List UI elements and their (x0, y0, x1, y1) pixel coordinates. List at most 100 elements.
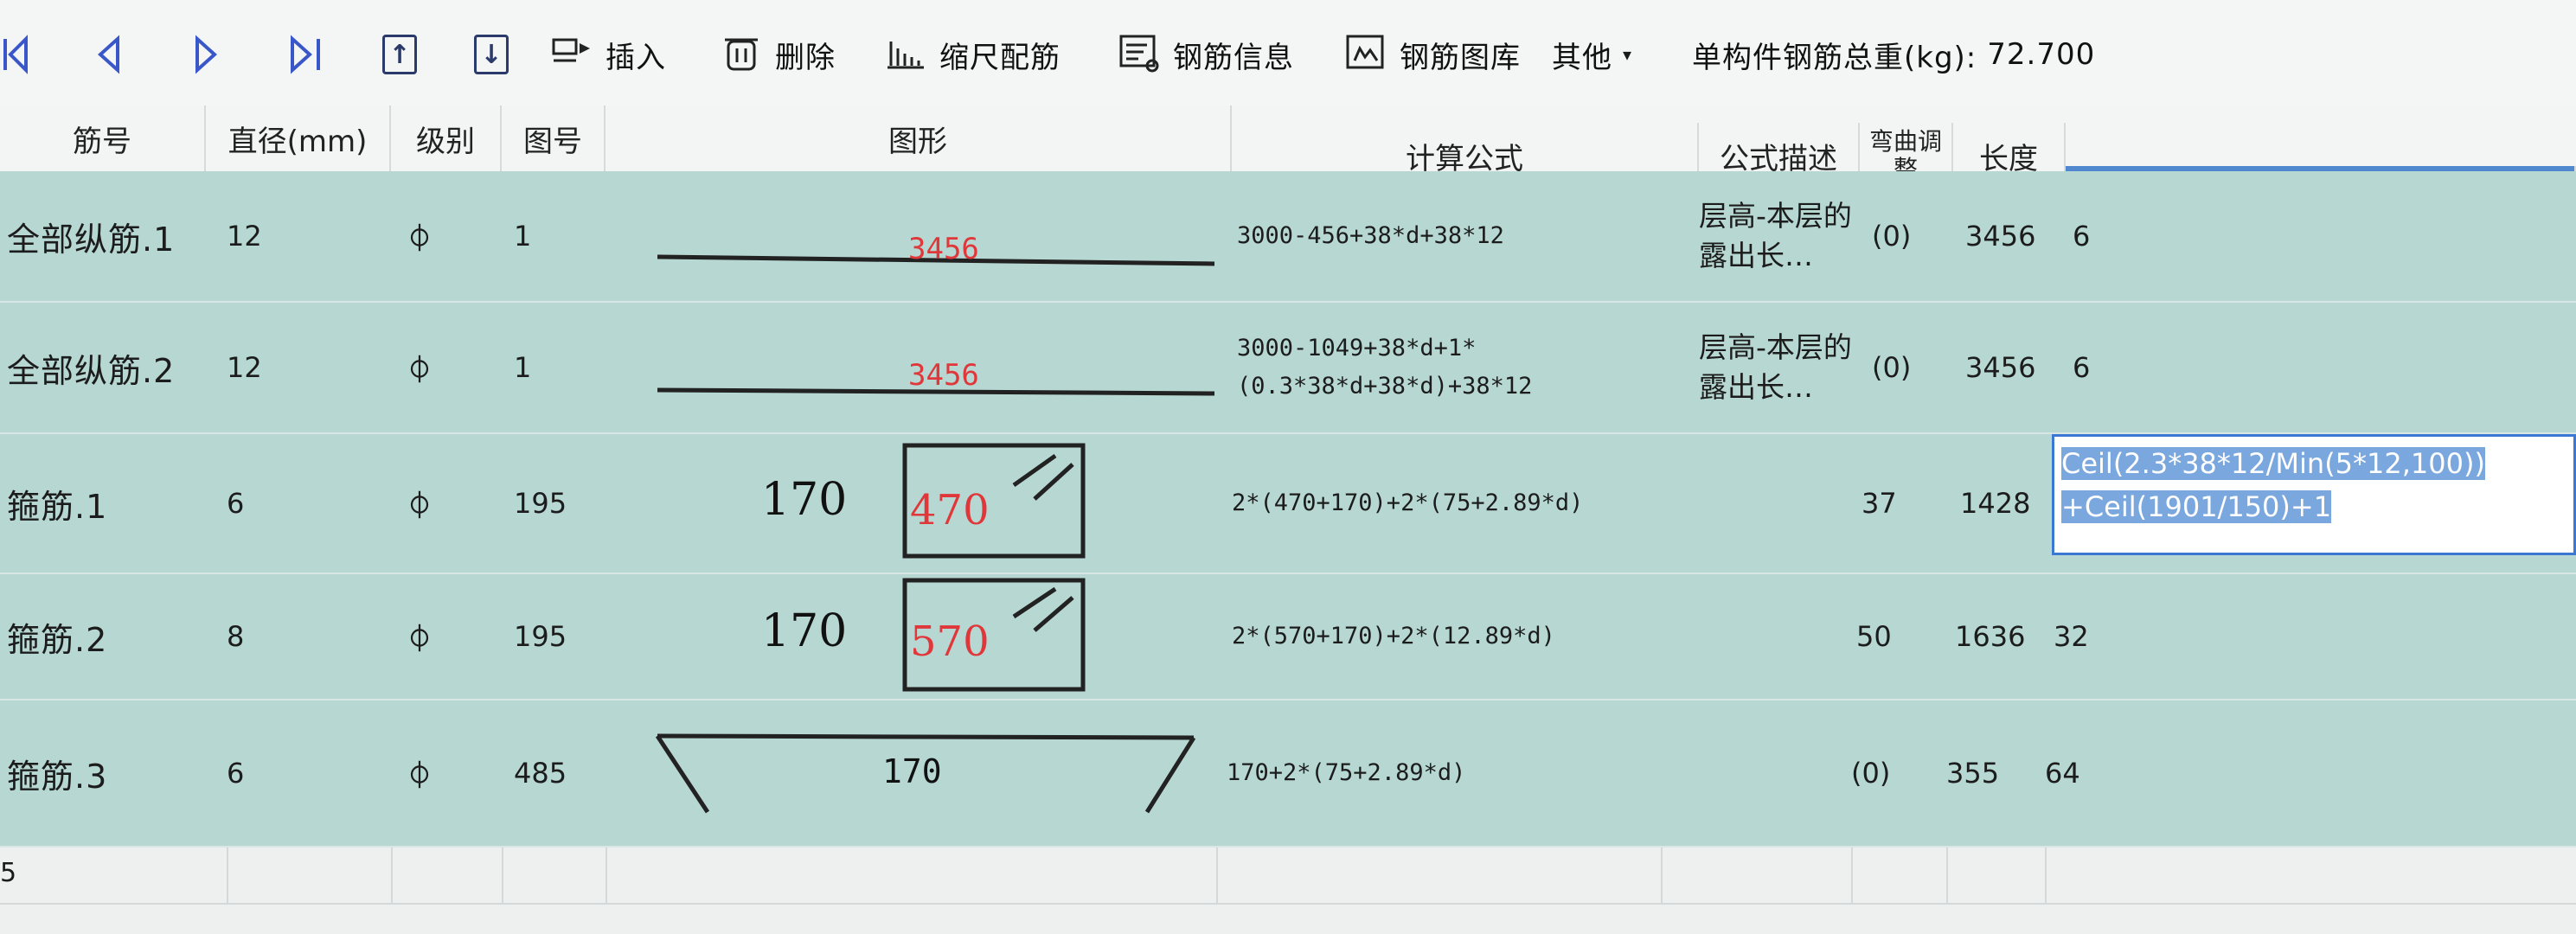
arrow-up-icon: ↑ (382, 35, 417, 74)
bend-value: 37 (1862, 487, 1897, 520)
table-row[interactable]: 箍筋.3 6 ⏀ 485 170 170+2*(75+2.89*d) (0) 3… (0, 700, 2576, 848)
grade-symbol: ⏀ (407, 491, 433, 521)
col-bar-no[interactable]: 筋号 (0, 106, 206, 171)
count-formula-line1: Ceil(2.3*38*12/Min(5*12,100)) (2061, 447, 2485, 480)
grid-line (1216, 848, 1218, 903)
insert-button[interactable]: 插入 (550, 24, 666, 85)
stirrup-width-label: 170 (761, 474, 848, 526)
image-library-icon (1344, 31, 1387, 78)
diameter-value: 12 (227, 351, 262, 384)
table-row[interactable]: 箍筋.1 6 ⏀ 195 170 470 2*(470+170)+2*(75+2… (0, 434, 2576, 574)
formula-value[interactable]: 3000-1049+38*d+1*(0.3*38*d+38*d)+38*12 (1237, 303, 1699, 432)
last-record-icon[interactable] (285, 24, 325, 85)
toolbar: ↑ ↓ 插入 删除 缩尺配筋 钢筋信息 钢筋图库 其他 ▾ 单构件钢筋总重(kg… (0, 0, 2576, 106)
table-row[interactable]: 全部纵筋.1 12 ⏀ 1 3456 3000-456+38*d+38*12 层… (0, 171, 2576, 303)
total-weight-value: 72.700 (1987, 37, 2096, 72)
stirrup-width-label: 170 (761, 605, 848, 657)
other-menu-button[interactable]: 其他 ▾ (1552, 24, 1631, 85)
trash-icon (720, 31, 763, 78)
insert-label: 插入 (606, 40, 666, 75)
delete-button[interactable]: 删除 (720, 24, 836, 85)
formula-value[interactable]: 3000-456+38*d+38*12 (1237, 171, 1699, 301)
rebar-info-button[interactable]: 钢筋信息 (1118, 24, 1294, 85)
shape-straight-bar[interactable]: 3456 (606, 303, 1232, 432)
shape-no-value: 1 (514, 351, 532, 384)
formula-desc-value: 层高-本层的露出长… (1699, 199, 1852, 272)
count-formula-line2: +Ceil(1901/150)+1 (2061, 490, 2332, 523)
bar-name: 箍筋.2 (7, 620, 108, 659)
col-diameter[interactable]: 直径(mm) (206, 106, 391, 171)
shape-straight-bar[interactable]: 3456 (606, 171, 1232, 301)
first-record-icon[interactable] (0, 24, 40, 85)
count-value[interactable]: 6 (2073, 171, 2159, 301)
col-grade[interactable]: 级别 (391, 106, 502, 171)
grid-line (502, 848, 503, 903)
length-value: 1636 (1955, 620, 2026, 653)
grid-header: 筋号 直径(mm) 级别 图号 图形 计算公式 公式描述 弯曲调整 长度 根数 (0, 106, 2576, 227)
shape-stirrup[interactable]: 170 470 (606, 434, 1232, 573)
bar-name: 全部纵筋.2 (7, 351, 176, 390)
info-list-icon (1118, 31, 1161, 78)
bend-value: (0) (1872, 220, 1912, 253)
rebar-library-label: 钢筋图库 (1400, 40, 1521, 75)
empty-row[interactable]: 5 (0, 848, 2576, 905)
shape-hook-bar[interactable]: 170 (606, 700, 1232, 846)
bar-name: 全部纵筋.1 (7, 220, 176, 259)
table-row[interactable]: 箍筋.2 8 ⏀ 195 170 570 2*(570+170)+2*(12.8… (0, 574, 2576, 700)
count-value[interactable]: 32 (2054, 574, 2140, 699)
grid-line (1946, 848, 1948, 903)
shape-stirrup[interactable]: 170 570 (606, 574, 1232, 699)
shape-length-label: 170 (882, 752, 942, 790)
bend-value: (0) (1872, 351, 1912, 384)
scale-rebar-button[interactable]: 缩尺配筋 (884, 24, 1061, 85)
bend-value: 50 (1856, 620, 1892, 653)
stirrup-height-label: 470 (910, 486, 990, 534)
grid-line (391, 848, 393, 903)
grade-symbol: ⏀ (407, 624, 433, 655)
diameter-value: 8 (227, 620, 245, 653)
arrow-down-icon: ↓ (474, 35, 509, 74)
formula-desc-value: 层高-本层的露出长… (1699, 330, 1852, 404)
move-up-button[interactable]: ↑ (382, 24, 417, 85)
rebar-library-button[interactable]: 钢筋图库 (1344, 24, 1521, 85)
count-value[interactable]: 6 (2073, 303, 2159, 432)
grid-line (2045, 848, 2047, 903)
empty-rows-area: 5 (0, 848, 2576, 934)
bend-value: (0) (1851, 757, 1891, 790)
grid-line (606, 848, 607, 903)
rebar-info-label: 钢筋信息 (1173, 40, 1294, 75)
prev-record-icon[interactable] (90, 24, 130, 85)
shape-no-value: 195 (514, 620, 567, 653)
total-weight-label: 单构件钢筋总重(kg): (1692, 40, 1977, 75)
count-formula-editor[interactable]: Ceil(2.3*38*12/Min(5*12,100)) +Ceil(1901… (2052, 434, 2576, 555)
grade-symbol: ⏀ (407, 355, 433, 386)
table-row[interactable]: 全部纵筋.2 12 ⏀ 1 3456 3000-1049+38*d+1*(0.3… (0, 303, 2576, 434)
scale-rebar-label: 缩尺配筋 (939, 40, 1061, 75)
col-shape-no[interactable]: 图号 (502, 106, 606, 171)
formula-value[interactable]: 170+2*(75+2.89*d) (1227, 700, 1699, 846)
row-marker: 5 (0, 858, 17, 888)
formula-desc-value (1699, 574, 1860, 699)
grid-line (1851, 848, 1853, 903)
delete-label: 删除 (775, 40, 836, 75)
length-value: 3456 (1965, 351, 2036, 384)
count-value[interactable]: 64 (2045, 700, 2131, 846)
bar-name: 箍筋.3 (7, 757, 108, 796)
shape-no-value: 195 (514, 487, 567, 520)
formula-desc-value (1699, 700, 1860, 846)
formula-value[interactable]: 2*(570+170)+2*(12.89*d) (1232, 574, 1699, 699)
length-value: 3456 (1965, 220, 2036, 253)
grade-symbol: ⏀ (407, 761, 433, 791)
grid-line (227, 848, 228, 903)
bar-name: 箍筋.1 (7, 487, 108, 526)
total-weight: 单构件钢筋总重(kg): 72.700 (1692, 24, 2095, 85)
diameter-value: 6 (227, 757, 245, 790)
next-record-icon[interactable] (187, 24, 227, 85)
formula-value[interactable]: 2*(470+170)+2*(75+2.89*d) (1232, 434, 1699, 573)
insert-icon (550, 31, 593, 78)
stirrup-height-label: 570 (910, 617, 990, 666)
dropdown-caret-icon: ▾ (1623, 44, 1632, 65)
col-shape[interactable]: 图形 (606, 106, 1232, 171)
move-down-button[interactable]: ↓ (474, 24, 509, 85)
other-label: 其他 (1552, 40, 1612, 75)
